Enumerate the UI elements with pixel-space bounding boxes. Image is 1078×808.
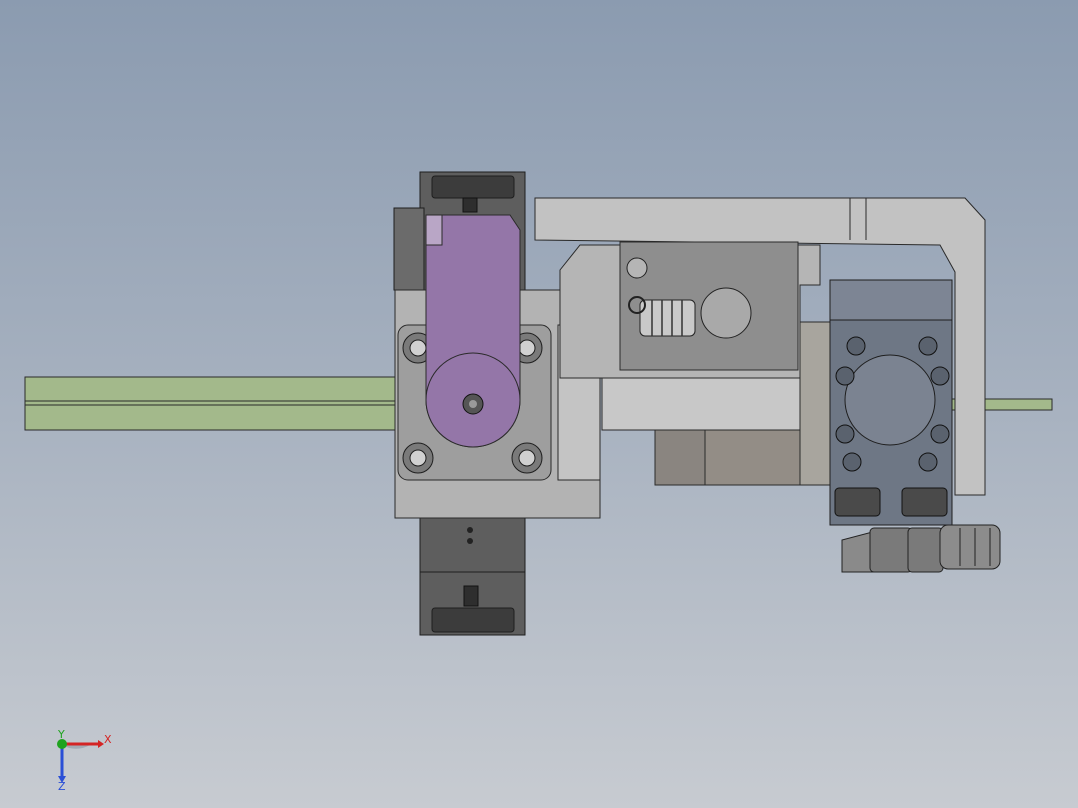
assembly-drawing[interactable]: X Y Z (0, 0, 1078, 808)
coordinate-triad: X Y Z (57, 728, 112, 793)
cad-viewport[interactable]: X Y Z (0, 0, 1078, 808)
pneumatic-fittings[interactable] (834, 487, 1001, 573)
x-axis-label: X (104, 733, 112, 746)
bolt-bottom-left (402, 442, 434, 474)
bolt-bottom-right (511, 442, 543, 474)
bottom-clamp-block[interactable] (419, 517, 526, 636)
y-axis-label: Y (57, 728, 65, 741)
guide-rod-left[interactable] (24, 376, 406, 431)
slide-bar[interactable] (601, 377, 803, 431)
purple-lever[interactable] (425, 214, 521, 448)
z-axis-label: Z (58, 780, 66, 793)
spring-housing[interactable] (559, 241, 821, 379)
